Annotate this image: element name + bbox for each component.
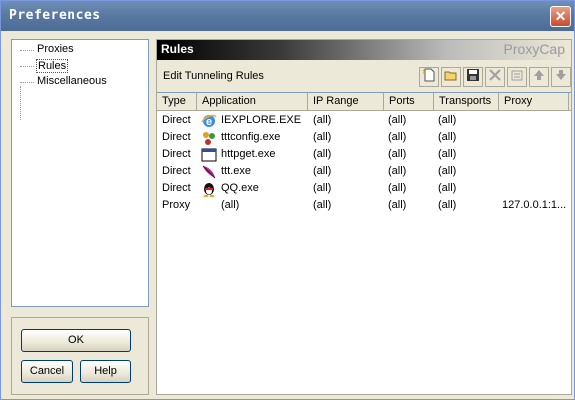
cell-ip-range: (all)	[313, 131, 332, 143]
cancel-button[interactable]: Cancel	[21, 360, 73, 383]
save-icon[interactable]	[463, 67, 483, 87]
move-down-icon[interactable]	[551, 67, 571, 87]
cell-type: Direct	[162, 182, 191, 194]
cell-ports: (all)	[388, 114, 407, 126]
window-icon	[201, 147, 217, 163]
cell-ip-range: (all)	[313, 148, 332, 160]
tree-item-label: Miscellaneous	[37, 75, 107, 87]
cell-ip-range: (all)	[313, 165, 332, 177]
properties-icon[interactable]	[507, 67, 527, 87]
ok-button[interactable]: OK	[21, 329, 131, 352]
cell-ip-range: (all)	[313, 199, 332, 211]
rules-list[interactable]: Type Application IP Range Ports Transpor…	[157, 92, 571, 394]
window-title: Preferences	[9, 8, 101, 23]
cell-application: IEXPLORE.EXE	[221, 114, 302, 126]
tree-item-label: Proxies	[37, 43, 74, 55]
table-row[interactable]: Direct httpget.exe (all) (all) (all)	[157, 147, 571, 164]
cell-transports: (all)	[438, 114, 457, 126]
table-row[interactable]: Proxy (all) (all) (all) (all) 127.0.0.1:…	[157, 198, 571, 215]
cell-application: tttconfig.exe	[221, 131, 281, 143]
rules-panel: Rules ProxyCap Edit Tunneling Rules Type…	[156, 39, 572, 395]
cell-type: Direct	[162, 131, 191, 143]
tree-connector	[20, 86, 21, 120]
move-up-icon[interactable]	[529, 67, 549, 87]
cell-ports: (all)	[388, 199, 407, 211]
tree-item-label: Rules	[36, 59, 69, 73]
cell-transports: (all)	[438, 182, 457, 194]
column-header-transports[interactable]: Transports	[434, 93, 499, 111]
table-row[interactable]: Direct e IEXPLORE.EXE (all) (all) (all)	[157, 113, 571, 130]
cell-type: Direct	[162, 114, 191, 126]
cell-transports: (all)	[438, 165, 457, 177]
cell-transports: (all)	[438, 148, 457, 160]
panel-header: Rules ProxyCap	[157, 40, 571, 60]
preferences-tree: Proxies Rules Miscellaneous	[11, 39, 149, 307]
cell-ports: (all)	[388, 148, 407, 160]
list-header: Type Application IP Range Ports Transpor…	[157, 93, 571, 111]
close-button[interactable]: ✕	[550, 6, 571, 27]
cell-type: Direct	[162, 165, 191, 177]
preferences-window: Preferences ✕ Proxies Rules Miscellaneou…	[0, 0, 575, 400]
column-header-type[interactable]: Type	[157, 93, 197, 111]
cell-ip-range: (all)	[313, 182, 332, 194]
cell-application: ttt.exe	[221, 165, 251, 177]
cell-ports: (all)	[388, 165, 407, 177]
new-icon[interactable]	[419, 67, 439, 87]
cell-ip-range: (all)	[313, 114, 332, 126]
cell-application: (all)	[221, 199, 240, 211]
dialog-buttons: OK Cancel Help	[11, 317, 149, 395]
table-row[interactable]: Direct tttconfig.exe (all) (all) (all)	[157, 130, 571, 147]
column-header-proxy[interactable]: Proxy	[499, 93, 569, 111]
cell-ports: (all)	[388, 131, 407, 143]
feather-icon	[201, 164, 217, 180]
qq-penguin-icon	[201, 181, 217, 197]
config-icon	[201, 130, 217, 146]
table-row[interactable]: Direct QQ.exe (all) (all) (all)	[157, 181, 571, 198]
brand-label: ProxyCap	[503, 41, 565, 57]
cell-application: httpget.exe	[221, 148, 276, 160]
cell-application: QQ.exe	[221, 182, 259, 194]
delete-icon[interactable]	[485, 67, 505, 87]
cell-type: Proxy	[162, 199, 191, 211]
panel-title: Rules	[161, 42, 194, 56]
toolbar-label: Edit Tunneling Rules	[163, 70, 264, 82]
cell-ports: (all)	[388, 182, 407, 194]
cell-proxy: 127.0.0.1:1...	[502, 199, 567, 211]
column-header-ports[interactable]: Ports	[384, 93, 434, 111]
title-bar[interactable]: Preferences ✕	[1, 1, 574, 31]
cell-transports: (all)	[438, 199, 457, 211]
ie-icon: e	[201, 113, 217, 129]
cell-transports: (all)	[438, 131, 457, 143]
column-header-application[interactable]: Application	[197, 93, 308, 111]
help-button[interactable]: Help	[80, 360, 131, 383]
tree-dots	[20, 66, 34, 67]
cell-type: Direct	[162, 148, 191, 160]
tree-dots	[20, 50, 34, 51]
column-header-ip-range[interactable]: IP Range	[308, 93, 384, 111]
tree-dots	[20, 82, 34, 83]
open-folder-icon[interactable]	[441, 67, 461, 87]
rules-toolbar: Edit Tunneling Rules	[157, 66, 571, 92]
table-row[interactable]: Direct ttt.exe (all) (all) (all)	[157, 164, 571, 181]
